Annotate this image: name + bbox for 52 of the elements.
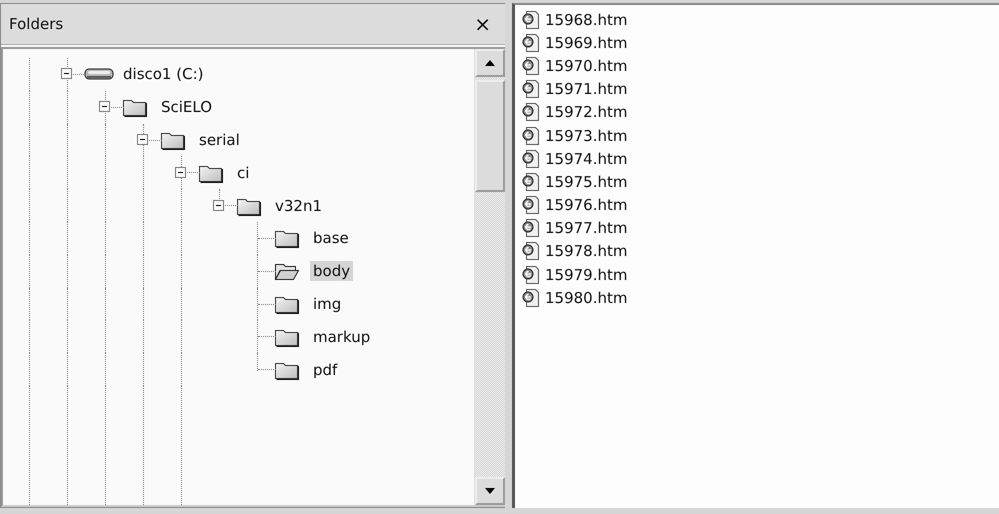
pane-title: Folders: [9, 15, 64, 33]
tree-item[interactable]: disco1 (C:): [120, 64, 206, 84]
file-name[interactable]: 15969.htm: [545, 34, 628, 52]
web-page-icon: [521, 264, 541, 285]
file-name[interactable]: 15974.htm: [545, 150, 628, 168]
web-page-icon: [521, 195, 541, 216]
web-page-icon: [521, 10, 541, 30]
web-page-icon: [521, 102, 541, 122]
file-name[interactable]: 15979.htm: [545, 266, 628, 284]
file-name[interactable]: 15976.htm: [545, 196, 628, 214]
tree-item[interactable]: pdf: [310, 360, 340, 380]
tree-item[interactable]: v32n1: [272, 196, 326, 216]
drive-icon: [84, 67, 114, 82]
tree-item[interactable]: serial: [196, 130, 243, 150]
file-name[interactable]: 15968.htm: [545, 10, 628, 29]
scroll-down-button[interactable]: [475, 477, 505, 505]
web-page-icon: [521, 32, 541, 53]
file-name[interactable]: 15970.htm: [545, 56, 628, 75]
collapse-toggle[interactable]: [61, 68, 72, 80]
scrollbar-thumb[interactable]: [475, 80, 505, 192]
file-name[interactable]: 15977.htm: [545, 219, 628, 238]
tree-item[interactable]: body: [310, 261, 354, 282]
close-button[interactable]: ×: [468, 12, 497, 36]
web-page-icon: [521, 79, 541, 100]
file-name[interactable]: 15973.htm: [545, 126, 628, 145]
tree-item[interactable]: img: [310, 294, 344, 314]
collapse-toggle[interactable]: [175, 166, 186, 178]
down-arrow-icon: [485, 488, 495, 494]
file-name[interactable]: 15975.htm: [545, 172, 628, 191]
tree-item[interactable]: markup: [310, 326, 374, 347]
tree-item[interactable]: ci: [234, 162, 252, 183]
web-page-icon: [521, 126, 541, 146]
web-page-icon: [521, 288, 541, 308]
tree-item[interactable]: base: [310, 228, 352, 248]
scroll-up-button[interactable]: [475, 49, 505, 77]
web-page-icon: [521, 218, 541, 238]
folder-icon: [274, 228, 300, 248]
file-name[interactable]: 15971.htm: [545, 80, 628, 98]
tree-item[interactable]: SciELO: [158, 97, 216, 118]
collapse-toggle[interactable]: [99, 101, 110, 112]
web-page-icon: [521, 172, 541, 192]
file-name[interactable]: 15972.htm: [545, 103, 628, 122]
up-arrow-icon: [485, 60, 495, 66]
open-folder-icon: [274, 261, 300, 282]
web-page-icon: [521, 241, 541, 262]
web-page-icon: [521, 148, 541, 169]
web-page-icon: [521, 56, 541, 76]
file-name[interactable]: 15978.htm: [545, 242, 628, 260]
collapse-toggle[interactable]: [213, 200, 224, 211]
collapse-toggle[interactable]: [137, 134, 148, 145]
folder-icon: [122, 97, 148, 118]
file-name[interactable]: 15980.htm: [545, 288, 628, 307]
